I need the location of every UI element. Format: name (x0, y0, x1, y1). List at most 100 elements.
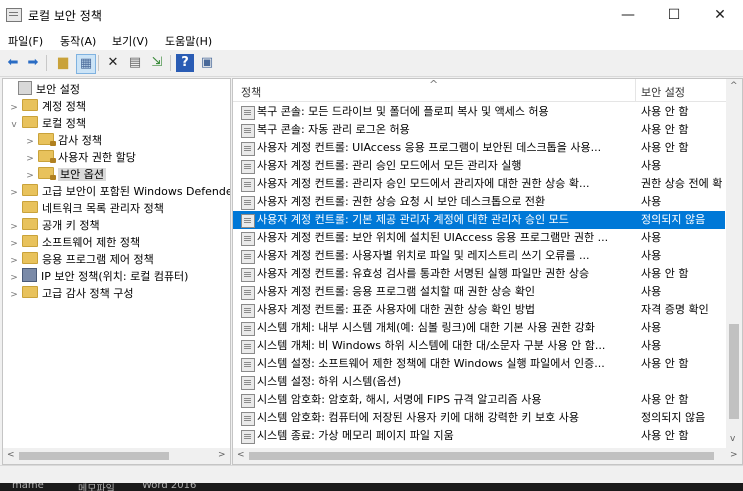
show-hide-tree-icon[interactable]: ▦ (76, 54, 96, 74)
scroll-down-arrow[interactable]: v (730, 434, 735, 444)
policy-icon (241, 268, 255, 282)
column-separator[interactable] (635, 79, 636, 101)
forward-arrow-icon[interactable]: ➡ (24, 54, 42, 72)
tree-expander[interactable]: > (9, 287, 19, 304)
policy-row[interactable]: 사용자 계정 컨트롤: 응용 프로그램 설치할 때 권한 상승 확인 사용 (233, 283, 725, 301)
policy-row[interactable]: 시스템 종료: 가상 메모리 페이지 파일 지움 사용 안 함 (233, 427, 725, 445)
policy-name: 사용자 계정 컨트롤: 보안 위치에 설치된 UIAccess 응용 프로그램만… (257, 231, 609, 244)
close-button[interactable]: ✕ (697, 0, 743, 30)
policy-row[interactable]: 시스템 암호화: 컴퓨터에 저장된 사용자 키에 대해 강력한 키 보호 사용 정… (233, 409, 725, 427)
tree-item-account-policies[interactable]: > 계정 정책 (9, 98, 86, 115)
menu-file[interactable]: 파일(F) (8, 33, 43, 49)
tree-item-application-control[interactable]: > 응용 프로그램 제어 정책 (9, 251, 154, 268)
scroll-up-arrow[interactable]: ^ (730, 81, 738, 91)
tree-item-windows-defender-firewall[interactable]: > 고급 보안이 포함된 Windows Defender (9, 183, 230, 200)
policy-icon (241, 394, 255, 408)
tree-item-software-restriction[interactable]: > 소프트웨어 제한 정책 (9, 234, 140, 251)
policy-row[interactable]: 복구 콘솔: 모든 드라이브 및 폴더에 플로피 복사 및 액세스 허용 사용 안… (233, 103, 725, 121)
policy-value: 사용 안 함 (641, 105, 689, 118)
policy-row[interactable]: 시스템 설정: 소프트웨어 제한 정책에 대한 Windows 실행 파일에서 … (233, 355, 725, 373)
policy-row[interactable]: 사용자 계정 컨트롤: 유효성 검사를 통과한 서명된 실행 파일만 권한 상승… (233, 265, 725, 283)
policy-row[interactable]: 사용자 계정 컨트롤: UIAccess 응용 프로그램이 보안된 데스크톱을 … (233, 139, 725, 157)
menu-help[interactable]: 도움말(H) (165, 33, 212, 49)
policy-row[interactable]: 시스템 개체: 비 Windows 하위 시스템에 대한 대/소문자 구분 사용… (233, 337, 725, 355)
policy-name: 사용자 계정 컨트롤: UIAccess 응용 프로그램이 보안된 데스크톱을 … (257, 141, 602, 154)
security-policy-app-icon (6, 8, 22, 22)
policy-name: 시스템 개체: 내부 시스템 개체(예: 심볼 링크)에 대한 기본 사용 권한… (257, 321, 595, 334)
folder-icon (22, 252, 38, 264)
policy-icon (241, 322, 255, 336)
tree-pane[interactable]: 보안 설정 > 계정 정책 v 로컬 정책 > 감사 정책 > 사용자 권한 할당 > 보… (2, 78, 231, 465)
tree-item-ip-security[interactable]: > IP 보안 정책(위치: 로컬 컴퓨터) (9, 268, 188, 285)
scroll-right-arrow[interactable]: > (218, 450, 226, 460)
policy-name: 복구 콘솔: 자동 관리 로그온 허용 (257, 123, 410, 136)
policy-row[interactable]: 복구 콘솔: 자동 관리 로그온 허용 사용 안 함 (233, 121, 725, 139)
taskbar-item[interactable]: Word 2016 (142, 483, 196, 491)
tree-item-security-options[interactable]: > 보안 옵션 (25, 166, 106, 183)
policy-row[interactable]: 시스템 개체: 내부 시스템 개체(예: 심볼 링크)에 대한 기본 사용 권한… (233, 319, 725, 337)
policy-name: 사용자 계정 컨트롤: 권한 상승 요청 시 보안 데스크톱으로 전환 (257, 195, 546, 208)
policy-icon (241, 412, 255, 426)
help-icon[interactable]: ? (176, 54, 194, 72)
toolbar-separator (46, 55, 47, 71)
policy-value: 사용 안 함 (641, 357, 689, 370)
list-vertical-scrollbar[interactable]: ^ v (726, 79, 742, 448)
policy-name: 사용자 계정 컨트롤: 응용 프로그램 설치할 때 권한 상승 확인 (257, 285, 536, 298)
delete-icon[interactable]: ✕ (104, 54, 122, 72)
action-pane-icon[interactable]: ▣ (198, 54, 216, 72)
policy-value: 사용 (641, 159, 662, 172)
scroll-left-arrow[interactable]: < (237, 450, 245, 460)
policy-row[interactable]: 사용자 계정 컨트롤: 권한 상승 요청 시 보안 데스크톱으로 전환 사용 (233, 193, 725, 211)
menu-action[interactable]: 동작(A) (60, 33, 96, 49)
policy-icon (241, 340, 255, 354)
tree-item-network-list-manager[interactable]: 네트워크 목록 관리자 정책 (9, 200, 164, 217)
folder-icon (22, 218, 38, 230)
policy-icon (241, 286, 255, 300)
tree-horizontal-scrollbar[interactable]: < > (3, 448, 230, 464)
policy-icon (241, 214, 255, 228)
tree-item-public-key-policies[interactable]: > 공개 키 정책 (9, 217, 100, 234)
list-horizontal-scrollbar[interactable]: < > (233, 448, 742, 464)
scroll-thumb[interactable] (729, 324, 739, 419)
policy-row[interactable]: 사용자 계정 컨트롤: 보안 위치에 설치된 UIAccess 응용 프로그램만… (233, 229, 725, 247)
policy-name: 사용자 계정 컨트롤: 표준 사용자에 대한 권한 상승 확인 방법 (257, 303, 536, 316)
policy-row[interactable]: 사용자 계정 컨트롤: 사용자별 위치로 파일 및 레지스트리 쓰기 오류를 .… (233, 247, 725, 265)
policy-row[interactable]: 사용자 계정 컨트롤: 관리자 승인 모드에서 관리자에 대한 권한 상승 확.… (233, 175, 725, 193)
policy-name: 사용자 계정 컨트롤: 유효성 검사를 통과한 서명된 실행 파일만 권한 상승 (257, 267, 590, 280)
tree-item-advanced-audit[interactable]: > 고급 감사 정책 구성 (9, 285, 133, 302)
export-list-icon[interactable]: ⇲ (148, 54, 166, 72)
maximize-button[interactable]: ☐ (651, 0, 697, 30)
policy-icon (241, 178, 255, 192)
policy-row[interactable]: 시스템 암호화: 암호화, 해시, 서명에 FIPS 규격 알고리즘 사용 사용 … (233, 391, 725, 409)
column-header-policy[interactable]: 정책 (241, 84, 261, 100)
policy-row[interactable]: 시스템 설정: 하위 시스템(옵션) (233, 373, 725, 391)
tree-expander[interactable]: v (9, 117, 19, 134)
tree-item-local-policies[interactable]: v 로컬 정책 (9, 115, 86, 132)
properties-icon[interactable]: ▤ (126, 54, 144, 72)
ip-security-icon (22, 268, 37, 282)
menu-bar: 파일(F) 동작(A) 보기(V) 도움말(H) (0, 30, 743, 50)
up-folder-icon[interactable]: ▆ (54, 54, 72, 72)
scroll-right-arrow[interactable]: > (730, 450, 738, 460)
back-arrow-icon[interactable]: ⬅ (4, 54, 22, 72)
policy-icon (241, 250, 255, 264)
policy-row[interactable]: 사용자 계정 컨트롤: 관리 승인 모드에서 모든 관리자 실행 사용 (233, 157, 725, 175)
policy-list-pane[interactable]: 정책 ^ 보안 설정 복구 콘솔: 모든 드라이브 및 폴더에 플로피 복사 및… (232, 78, 743, 465)
scroll-thumb[interactable] (19, 452, 169, 460)
column-header-setting[interactable]: 보안 설정 (641, 84, 685, 100)
policy-icon (241, 358, 255, 372)
taskbar-item[interactable]: 메모파일 (78, 483, 115, 491)
taskbar-item[interactable]: mame (12, 483, 44, 491)
menu-view[interactable]: 보기(V) (112, 33, 148, 49)
folder-icon (22, 201, 38, 213)
scroll-left-arrow[interactable]: < (7, 450, 15, 460)
policy-value: 사용 안 함 (641, 393, 689, 406)
policy-row[interactable]: 사용자 계정 컨트롤: 표준 사용자에 대한 권한 상승 확인 방법 자격 증명 … (233, 301, 725, 319)
minimize-button[interactable]: — (605, 0, 651, 30)
scroll-thumb[interactable] (249, 452, 714, 460)
status-bar (0, 465, 743, 484)
tree-item-security-settings[interactable]: 보안 설정 (5, 81, 80, 98)
tree-item-audit-policy[interactable]: > 감사 정책 (25, 132, 102, 149)
policy-row-selected[interactable]: 사용자 계정 컨트롤: 기본 제공 관리자 계정에 대한 관리자 승인 모드 정의… (233, 211, 725, 229)
tree-item-user-rights-assignment[interactable]: > 사용자 권한 할당 (25, 149, 136, 166)
